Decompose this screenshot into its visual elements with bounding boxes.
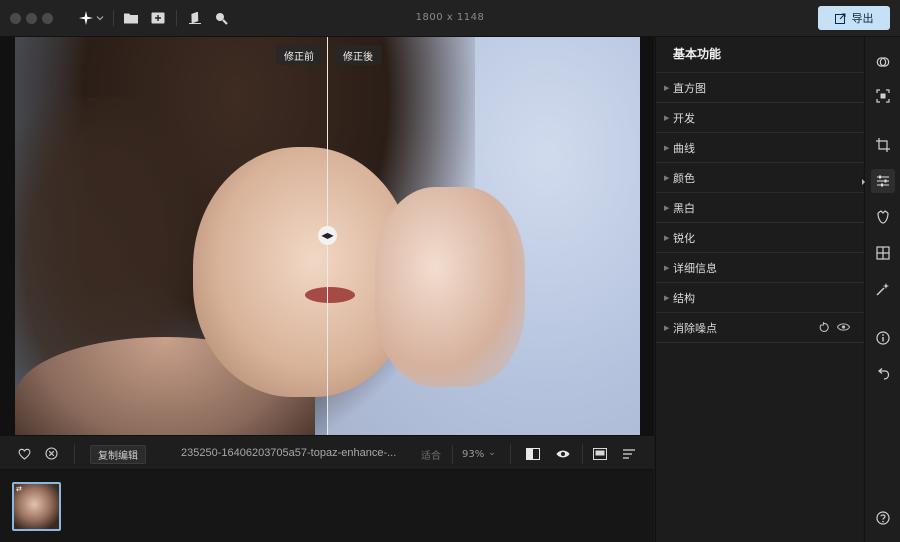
- bottom-bar-divider: [510, 444, 511, 464]
- split-view-toggle[interactable]: [526, 436, 540, 471]
- image-dimensions: 1800 x 1148: [415, 12, 485, 23]
- grid-icon: [876, 246, 890, 260]
- rail-info-button[interactable]: [871, 326, 895, 350]
- expand-arrow-icon: ▶: [664, 323, 670, 332]
- app-window: 1800 x 1148 导出 修正前 修正後 ◀▶ 复制编辑 235250-16…: [0, 0, 900, 542]
- expand-arrow-icon: ▶: [664, 143, 670, 152]
- bottom-bar-divider: [582, 444, 583, 464]
- panel-section[interactable]: ▶ 消除噪点: [656, 312, 864, 342]
- after-label: 修正後: [335, 45, 381, 65]
- edited-badge-icon: ⇄: [16, 485, 22, 493]
- rail-portrait-button[interactable]: [871, 205, 895, 229]
- active-indicator: [862, 179, 865, 185]
- expand-arrow-icon: ▶: [664, 203, 670, 212]
- panel-section[interactable]: ▶ 开发: [656, 102, 864, 132]
- bottom-bar: 复制编辑 235250-16406203705a57-topaz-enhance…: [0, 435, 654, 470]
- sort-button[interactable]: [623, 436, 635, 471]
- panel-section[interactable]: ▶ 直方图: [656, 72, 864, 102]
- image-canvas[interactable]: 修正前 修正後 ◀▶: [0, 37, 654, 435]
- panel-section[interactable]: ▶ 详细信息: [656, 252, 864, 282]
- panel-section-label: 颜色: [673, 171, 695, 185]
- rail-color-mask-button[interactable]: [871, 50, 895, 74]
- crop-icon: [876, 138, 890, 152]
- panel-section[interactable]: ▶ 结构: [656, 282, 864, 312]
- panel-section-label: 消除噪点: [673, 321, 717, 335]
- panel-section-label: 结构: [673, 291, 695, 305]
- adjustments-panel: 基本功能 ▶ 直方图 ▶ 开发 ▶ 曲线 ▶ 颜色 ▶ 黑白 ▶ 锐化 ▶ 详细信息 ▶ 结构 ▶ 消除噪点: [655, 37, 864, 542]
- toolbar: 1800 x 1148 导出: [0, 0, 900, 37]
- compare-split-handle[interactable]: ◀▶: [318, 226, 337, 245]
- overlap-circles-icon: [876, 57, 890, 67]
- panel-section-label: 开发: [673, 111, 695, 125]
- rail-layers-button[interactable]: [871, 241, 895, 265]
- zoom-dropdown[interactable]: 93% ⌄: [452, 445, 505, 464]
- image-icon: [593, 447, 607, 460]
- export-button[interactable]: 导出: [818, 6, 890, 30]
- copy-edit-button[interactable]: 复制编辑: [90, 445, 146, 464]
- preview-toggle-button[interactable]: [556, 436, 570, 471]
- photo-lips: [305, 287, 355, 303]
- bottom-bar-divider: [74, 444, 75, 464]
- rail-effects-button[interactable]: [871, 277, 895, 301]
- expand-arrow-icon: ▶: [664, 233, 670, 242]
- panel-divider: [656, 342, 864, 343]
- tool-rail: [862, 37, 900, 542]
- panel-section[interactable]: ▶ 颜色: [656, 162, 864, 192]
- split-view-icon: [526, 447, 540, 460]
- photo-hand: [375, 187, 525, 387]
- panel-title: 基本功能: [673, 47, 722, 61]
- eye-icon: [556, 450, 570, 457]
- magic-wand-icon: [876, 283, 889, 296]
- panel-section-label: 曲线: [673, 141, 695, 155]
- panel-section[interactable]: ▶ 锐化: [656, 222, 864, 252]
- fit-button[interactable]: 适合: [413, 445, 449, 464]
- expand-arrow-icon: ▶: [664, 263, 670, 272]
- favorite-button[interactable]: [18, 436, 31, 471]
- rail-history-button[interactable]: [871, 362, 895, 386]
- reset-icon[interactable]: [818, 322, 829, 333]
- rail-help-button[interactable]: [871, 506, 895, 530]
- chevron-down-icon: ⌄: [488, 447, 496, 458]
- undo-icon: [878, 368, 890, 380]
- filmstrip: ⇄: [0, 470, 654, 542]
- file-name: 235250-16406203705a57-topaz-enhance-...: [181, 447, 397, 459]
- panel-section-label: 详细信息: [673, 261, 717, 275]
- close-circle-icon: [45, 447, 58, 460]
- filmstrip-thumbnail[interactable]: ⇄: [12, 482, 61, 531]
- panel-section-label: 黑白: [673, 201, 695, 215]
- rail-crop-button[interactable]: [871, 133, 895, 157]
- expand-arrow-icon: ▶: [664, 113, 670, 122]
- before-label: 修正前: [276, 45, 322, 65]
- panel-section-label: 锐化: [673, 231, 695, 245]
- heart-icon: [18, 448, 31, 460]
- eye-icon[interactable]: [837, 322, 850, 332]
- panel-section[interactable]: ▶ 曲线: [656, 132, 864, 162]
- rail-adjust-button[interactable]: [871, 169, 895, 193]
- expand-arrow-icon: ▶: [664, 173, 670, 182]
- focus-frame-icon: [876, 89, 890, 103]
- expand-arrow-icon: ▶: [664, 293, 670, 302]
- sort-icon: [623, 448, 635, 459]
- panel-section-label: 直方图: [673, 81, 706, 95]
- sliders-icon: [877, 175, 889, 187]
- export-icon: [834, 13, 845, 24]
- zoom-value: 93%: [462, 449, 485, 460]
- info-icon: [876, 331, 890, 345]
- reject-button[interactable]: [45, 436, 58, 471]
- help-icon: [876, 511, 890, 525]
- expand-arrow-icon: ▶: [664, 83, 670, 92]
- rail-focus-button[interactable]: [871, 84, 895, 108]
- export-label: 导出: [851, 13, 874, 25]
- filmstrip-toggle-button[interactable]: [593, 436, 607, 471]
- face-retouch-icon: [877, 210, 889, 224]
- panel-section[interactable]: ▶ 黑白: [656, 192, 864, 222]
- section-actions: [818, 322, 850, 333]
